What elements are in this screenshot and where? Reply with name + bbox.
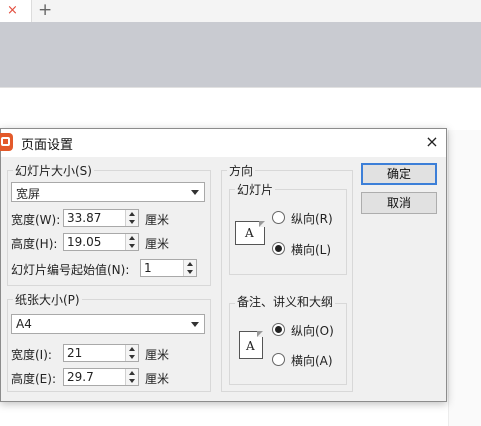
paper-height-stepper[interactable]: 29.7 — [63, 368, 139, 386]
cancel-button[interactable]: 取消 — [361, 192, 437, 214]
spin-down-icon[interactable] — [129, 220, 135, 224]
toolbar-area — [0, 22, 481, 87]
tab-active[interactable]: × — [0, 0, 32, 22]
slides-landscape-radio[interactable] — [272, 242, 285, 255]
slide-height-value: 19.05 — [67, 235, 102, 249]
preview-letter: A — [245, 226, 254, 240]
notes-orientation-label: 备注、讲义和大纲 — [235, 293, 336, 310]
workspace-divider — [0, 87, 481, 88]
paper-height-label: 高度(E): — [11, 372, 56, 386]
paper-width-label: 宽度(I): — [11, 348, 52, 362]
start-number-value: 1 — [144, 261, 152, 275]
paper-width-value: 21 — [67, 346, 83, 360]
slides-portrait-radio[interactable] — [272, 211, 285, 224]
slide-height-stepper[interactable]: 19.05 — [63, 233, 139, 251]
slides-orientation-preview-icon: A — [235, 221, 265, 245]
paper-size-preset-select[interactable]: A4 — [11, 314, 205, 334]
ok-button[interactable]: 确定 — [361, 163, 437, 185]
paper-width-stepper[interactable]: 21 — [63, 344, 139, 362]
tab-close-icon[interactable]: × — [7, 3, 18, 19]
notes-orientation-preview-icon: A — [239, 331, 263, 359]
spin-up-icon[interactable] — [187, 262, 193, 266]
paper-width-unit: 厘米 — [145, 348, 170, 362]
spin-down-icon[interactable] — [129, 379, 135, 383]
presentation-app-icon — [0, 133, 13, 151]
slide-width-label: 宽度(W): — [11, 213, 61, 227]
notes-landscape-radio[interactable] — [272, 353, 285, 366]
paper-height-unit: 厘米 — [145, 372, 170, 386]
preview-letter: A — [246, 339, 255, 353]
spin-up-icon[interactable] — [129, 212, 135, 216]
new-tab-plus-icon[interactable]: + — [38, 0, 52, 20]
slide-width-unit: 厘米 — [145, 213, 170, 227]
chevron-down-icon — [191, 190, 199, 195]
slide-height-unit: 厘米 — [145, 237, 170, 251]
paper-width-spin-buttons[interactable] — [125, 345, 138, 361]
page-fold-icon — [259, 221, 265, 227]
slides-portrait-label[interactable]: 纵向(R) — [291, 210, 333, 227]
dialog-title: 页面设置 — [21, 138, 74, 153]
chevron-down-icon — [191, 322, 199, 327]
workspace-background — [448, 130, 481, 426]
slide-height-spin-buttons[interactable] — [125, 234, 138, 250]
paper-height-spin-buttons[interactable] — [125, 369, 138, 385]
notes-portrait-radio[interactable] — [272, 323, 285, 336]
start-number-stepper[interactable]: 1 — [140, 259, 197, 277]
spin-down-icon[interactable] — [129, 355, 135, 359]
slide-size-group-label: 幻灯片大小(S) — [13, 162, 94, 179]
spin-down-icon[interactable] — [129, 244, 135, 248]
spin-up-icon[interactable] — [129, 347, 135, 351]
notes-landscape-label[interactable]: 横向(A) — [291, 352, 333, 369]
spin-down-icon[interactable] — [187, 270, 193, 274]
spin-up-icon[interactable] — [129, 236, 135, 240]
slide-height-label: 高度(H): — [11, 237, 58, 251]
page-fold-icon — [257, 331, 263, 337]
paper-size-preset-value: A4 — [16, 317, 32, 331]
slide-width-value: 33.87 — [67, 211, 102, 225]
dialog-titlebar[interactable]: 页面设置 × — [0, 129, 446, 157]
slides-orientation-label: 幻灯片 — [235, 181, 276, 198]
slide-size-preset-value: 宽屏 — [16, 187, 41, 201]
start-number-spin-buttons[interactable] — [183, 260, 196, 276]
page-setup-dialog: 页面设置 × 幻灯片大小(S) 宽屏 宽度(W): 33.87 厘米 高度(H)… — [0, 128, 447, 402]
tab-bar: × + — [0, 0, 481, 22]
start-number-label: 幻灯片编号起始值(N): — [11, 263, 130, 277]
orientation-group-label: 方向 — [227, 162, 256, 179]
slide-size-preset-select[interactable]: 宽屏 — [11, 182, 205, 202]
paper-height-value: 29.7 — [67, 370, 94, 384]
slide-width-spin-buttons[interactable] — [125, 210, 138, 226]
notes-portrait-label[interactable]: 纵向(O) — [291, 322, 334, 339]
paper-size-group-label: 纸张大小(P) — [13, 291, 82, 308]
close-icon[interactable]: × — [421, 131, 443, 153]
slide-width-stepper[interactable]: 33.87 — [63, 209, 139, 227]
spin-up-icon[interactable] — [129, 371, 135, 375]
slides-landscape-label[interactable]: 横向(L) — [291, 241, 331, 258]
